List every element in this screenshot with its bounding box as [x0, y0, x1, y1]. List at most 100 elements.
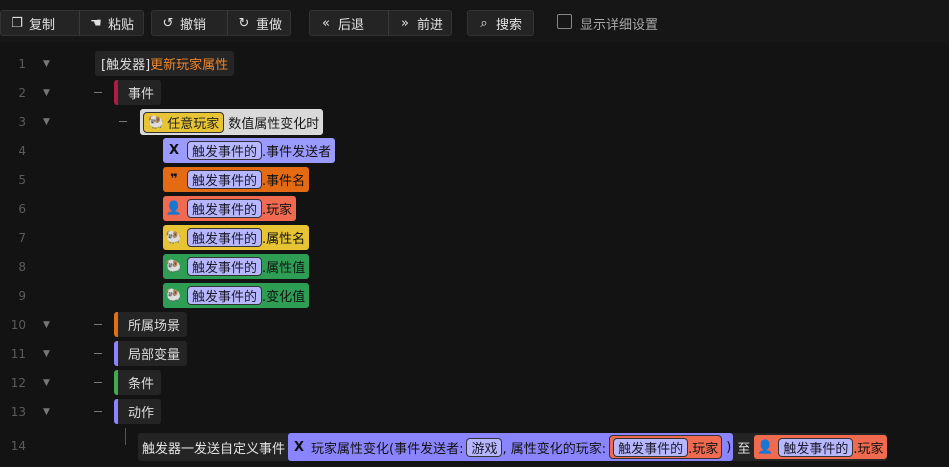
- line-number: 14: [10, 439, 26, 453]
- param-field: .玩家: [688, 441, 719, 457]
- collapse-arrow-icon[interactable]: ▼: [43, 88, 50, 98]
- param-change-value[interactable]: 🐏 触发事件的 .变化值: [163, 283, 310, 308]
- tree-connector: [94, 353, 102, 354]
- event-block[interactable]: 🐏 任意玩家 数值属性变化时: [140, 109, 324, 135]
- user-icon: 👤: [755, 436, 776, 458]
- sheep-icon: 🐏: [164, 227, 184, 248]
- collapse-arrow-icon[interactable]: ▼: [43, 349, 50, 359]
- tree-line-14: 14 触发器一发送自定义事件 X 玩家属性变化(事件发送者: 游戏 , 属性变化…: [0, 428, 949, 463]
- line-number: 3: [18, 115, 26, 129]
- custom-event-text: 玩家属性变化(事件发送者:: [311, 441, 464, 457]
- collapse-arrow-icon[interactable]: ▼: [43, 59, 50, 69]
- tree-line-4: 4 X 触发事件的 .事件发送者: [0, 136, 949, 165]
- undo-button[interactable]: ↺ 撤销: [152, 11, 227, 35]
- category-label: 事件: [128, 87, 155, 102]
- line-number: 11: [10, 347, 26, 361]
- tree-line-1: 1 ▼ [触发器] 更新玩家属性: [0, 49, 949, 78]
- tree-connector: [119, 121, 127, 122]
- copy-button[interactable]: ❐ 复制: [1, 11, 79, 35]
- event-ref-bubble[interactable]: 触发事件的: [187, 286, 263, 305]
- paste-button[interactable]: ☚ 粘贴: [79, 11, 142, 35]
- search-button[interactable]: ⌕ 搜索: [468, 11, 530, 35]
- category-conditions[interactable]: 条件: [114, 370, 162, 395]
- event-ref-bubble[interactable]: 触发事件的: [187, 228, 263, 247]
- detail-settings-checkbox[interactable]: [557, 14, 572, 29]
- category-event[interactable]: 事件: [114, 80, 162, 105]
- forward-button[interactable]: » 前进: [387, 11, 451, 35]
- tree-line-6: 6 👤 触发事件的 .玩家: [0, 194, 949, 223]
- line-number: 12: [10, 376, 26, 390]
- collapse-arrow-icon[interactable]: ▼: [43, 407, 50, 417]
- tree-line-12: 12 ▼ 条件: [0, 368, 949, 397]
- param-attr-name[interactable]: 🐏 触发事件的 .属性名: [163, 225, 310, 250]
- paste-icon: ☚: [90, 15, 102, 31]
- event-ref-bubble[interactable]: 触发事件的: [778, 437, 854, 457]
- double-chevron-left-icon: «: [322, 15, 330, 31]
- collapse-arrow-icon[interactable]: ▼: [43, 320, 50, 330]
- event-ref-bubble[interactable]: 触发事件的: [187, 170, 263, 189]
- tree-line-11: 11 ▼ 局部变量: [0, 339, 949, 368]
- line-number: 7: [18, 231, 26, 245]
- sheep-icon: 🐏: [148, 114, 165, 130]
- event-ref-bubble[interactable]: 触发事件的: [187, 141, 263, 160]
- trigger-header[interactable]: [触发器] 更新玩家属性: [95, 51, 235, 76]
- line-number: 9: [18, 289, 26, 303]
- line-number: 13: [10, 405, 26, 419]
- copy-icon: ❐: [11, 15, 23, 31]
- custom-event-middle: , 属性变化的玩家:: [502, 441, 607, 457]
- any-player-bubble[interactable]: 🐏 任意玩家: [143, 111, 225, 133]
- param-field: .玩家: [262, 203, 293, 218]
- tree-line-7: 7 🐏 触发事件的 .属性名: [0, 223, 949, 252]
- collapse-arrow-icon[interactable]: ▼: [43, 117, 50, 127]
- custom-event-block[interactable]: X 玩家属性变化(事件发送者: 游戏 , 属性变化的玩家: 触发事件的 .玩家 …: [288, 433, 734, 461]
- back-button[interactable]: «后退: [310, 11, 388, 35]
- redo-button[interactable]: ↻ 重做: [226, 11, 290, 35]
- collapse-arrow-icon[interactable]: ▼: [43, 378, 50, 388]
- line-number: 6: [18, 202, 26, 216]
- tree-connector: [94, 324, 102, 325]
- param-sender[interactable]: X 触发事件的 .事件发送者: [163, 138, 336, 163]
- player-param-bubble[interactable]: 触发事件的 .玩家: [609, 435, 723, 459]
- event-ref-bubble[interactable]: 触发事件的: [187, 199, 263, 218]
- param-field: .事件名: [262, 174, 306, 189]
- quote-icon: ❞: [164, 169, 184, 190]
- detail-settings-label: 显示详细设置: [580, 18, 659, 33]
- event-ref-bubble[interactable]: 触发事件的: [187, 257, 263, 276]
- param-field: .变化值: [262, 290, 306, 305]
- line-number: 4: [18, 144, 26, 158]
- line-number: 8: [18, 260, 26, 274]
- line-number: 5: [18, 173, 26, 187]
- x-icon: X: [289, 435, 310, 459]
- tree-connector: [94, 382, 102, 383]
- category-actions[interactable]: 动作: [114, 399, 162, 424]
- game-bubble[interactable]: 游戏: [466, 437, 503, 457]
- tree-line-10: 10 ▼ 所属场景: [0, 310, 949, 339]
- history-group: ↺ 撤销 ↻ 重做: [151, 10, 291, 36]
- param-player[interactable]: 👤 触发事件的 .玩家: [163, 196, 297, 221]
- user-icon: 👤: [164, 198, 184, 219]
- param-event-name[interactable]: ❞ 触发事件的 .事件名: [163, 167, 310, 192]
- param-field: .属性值: [262, 261, 306, 276]
- any-player-label: 任意玩家: [167, 116, 220, 132]
- close-paren: ): [726, 439, 732, 455]
- tree-line-13: 13 ▼ 动作: [0, 397, 949, 426]
- event-ref-bubble[interactable]: 触发事件的: [613, 437, 689, 457]
- trigger-prefix: [触发器]: [101, 58, 151, 73]
- sheep-icon: 🐏: [164, 256, 184, 277]
- trigger-name: 更新玩家属性: [150, 58, 229, 73]
- redo-icon: ↻: [238, 15, 250, 31]
- tree-line-5: 5 ❞ 触发事件的 .事件名: [0, 165, 949, 194]
- param-field: .玩家: [853, 441, 884, 457]
- param-attr-value[interactable]: 🐏 触发事件的 .属性值: [163, 254, 310, 279]
- category-label: 所属场景: [128, 319, 181, 334]
- action-send-custom-event[interactable]: 触发器一发送自定义事件 X 玩家属性变化(事件发送者: 游戏 , 属性变化的玩家…: [138, 433, 887, 461]
- double-chevron-right-icon: »: [401, 15, 409, 31]
- category-scene[interactable]: 所属场景: [114, 312, 188, 337]
- category-local-vars[interactable]: 局部变量: [114, 341, 188, 366]
- param-field: .事件发送者: [262, 145, 332, 160]
- target-player-block[interactable]: 👤 触发事件的 .玩家: [754, 435, 887, 459]
- line-number: 1: [18, 57, 26, 71]
- tree-line-3: 3 ▼ 🐏 任意玩家 数值属性变化时: [0, 107, 949, 136]
- tree-line-8: 8 🐏 触发事件的 .属性值: [0, 252, 949, 281]
- line-number: 10: [10, 318, 26, 332]
